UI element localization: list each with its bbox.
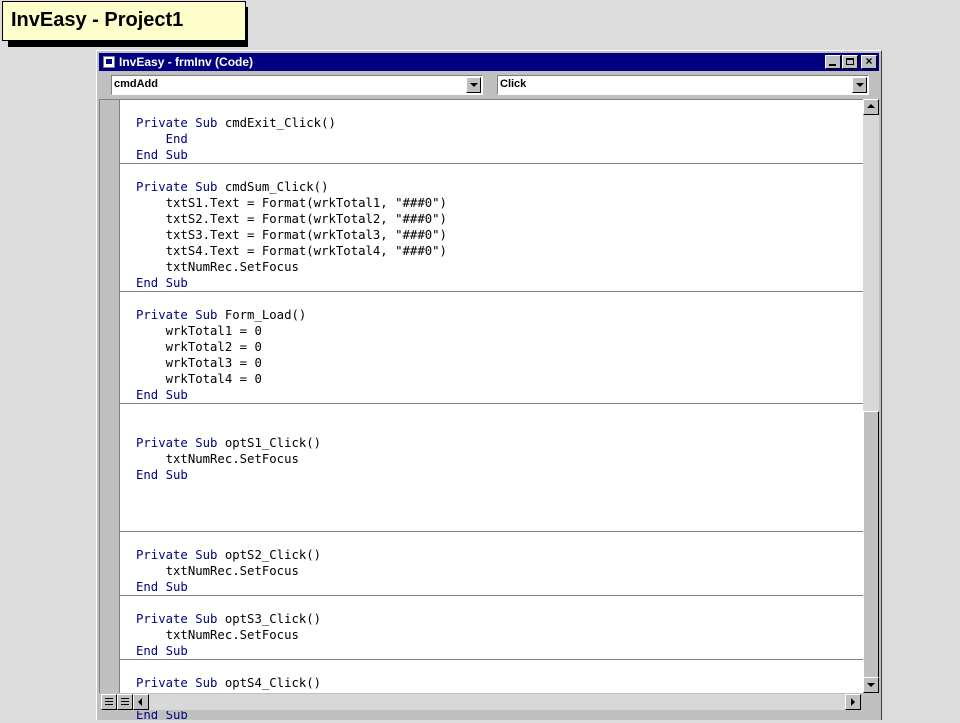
keyword: End <box>136 132 188 146</box>
code-editor[interactable]: Private Sub cmdExit_Click() End End Sub Pr… <box>99 99 864 722</box>
code-line[interactable]: Private Sub cmdExit_Click() <box>136 115 336 131</box>
object-combo-value: cmdAdd <box>114 78 158 90</box>
code-text: wrkTotal1 = 0 <box>136 324 262 338</box>
code-line[interactable]: txtNumRec.SetFocus <box>136 627 299 643</box>
code-text: txtS2.Text = Format(wrkTotal2, "###0") <box>136 212 447 226</box>
keyword: Private Sub <box>136 548 218 562</box>
code-text: optS1_Click() <box>217 436 322 450</box>
vertical-scrollbar[interactable] <box>863 99 879 693</box>
keyword: Private Sub <box>136 308 218 322</box>
code-text: txtS3.Text = Format(wrkTotal3, "###0") <box>136 228 447 242</box>
keyword: Private Sub <box>136 180 218 194</box>
code-text: wrkTotal2 = 0 <box>136 340 262 354</box>
keyword: End Sub <box>136 644 188 658</box>
window-controls: × <box>824 54 877 69</box>
code-line[interactable]: Private Sub Form_Load() <box>136 307 306 323</box>
chevron-down-icon[interactable] <box>466 77 481 93</box>
scroll-thumb[interactable] <box>863 411 879 693</box>
window-titlebar[interactable]: InvEasy - frmInv (Code) × <box>99 53 879 71</box>
keyword: End Sub <box>136 148 188 162</box>
code-line[interactable]: Private Sub optS1_Click() <box>136 435 321 451</box>
keyword: End Sub <box>136 468 188 482</box>
keyword: Private Sub <box>136 676 218 690</box>
procedure-block[interactable]: Private Sub optS1_Click() txtNumRec.SetF… <box>120 404 864 532</box>
code-text: cmdExit_Click() <box>217 116 336 130</box>
keyword: Private Sub <box>136 612 218 626</box>
keyword: Private Sub <box>136 116 218 130</box>
procedure-block[interactable]: Private Sub cmdSum_Click() txtS1.Text = … <box>120 164 864 292</box>
procedure-block[interactable]: Private Sub cmdExit_Click() End End Sub <box>120 100 864 164</box>
close-button[interactable]: × <box>861 54 877 69</box>
maximize-icon <box>846 58 854 65</box>
scroll-track[interactable] <box>863 115 879 693</box>
minimize-button[interactable] <box>825 55 841 69</box>
code-text: optS4_Click() <box>217 676 322 690</box>
object-combo[interactable]: cmdAdd <box>111 75 483 95</box>
code-line[interactable]: txtNumRec.SetFocus <box>136 451 299 467</box>
code-line[interactable]: wrkTotal3 = 0 <box>136 355 262 371</box>
code-text: wrkTotal3 = 0 <box>136 356 262 370</box>
code-line[interactable]: wrkTotal2 = 0 <box>136 339 262 355</box>
procedure-block[interactable]: Private Sub optS2_Click() txtNumRec.SetF… <box>120 532 864 596</box>
code-text: optS2_Click() <box>217 548 322 562</box>
code-line[interactable]: End Sub <box>136 275 188 291</box>
code-line[interactable]: txtS3.Text = Format(wrkTotal3, "###0") <box>136 227 447 243</box>
code-line[interactable]: End Sub <box>136 467 188 483</box>
code-text: cmdSum_Click() <box>217 180 329 194</box>
code-line[interactable]: txtS2.Text = Format(wrkTotal2, "###0") <box>136 211 447 227</box>
procedure-block[interactable]: Private Sub optS3_Click() txtNumRec.SetF… <box>120 596 864 660</box>
code-line[interactable]: wrkTotal4 = 0 <box>136 371 262 387</box>
full-module-view-icon <box>121 698 129 706</box>
margin-indicator-bar[interactable] <box>100 100 120 693</box>
code-text: txtNumRec.SetFocus <box>136 260 299 274</box>
app-icon[interactable] <box>103 56 115 68</box>
code-line[interactable]: End <box>136 131 188 147</box>
code-line[interactable]: Private Sub optS3_Click() <box>136 611 321 627</box>
keyword: Private Sub <box>136 436 218 450</box>
procedure-block[interactable]: Private Sub Form_Load() wrkTotal1 = 0 wr… <box>120 292 864 404</box>
code-text: txtNumRec.SetFocus <box>136 564 299 578</box>
horizontal-scroll-track[interactable] <box>149 694 845 710</box>
code-line[interactable]: wrkTotal1 = 0 <box>136 323 262 339</box>
scroll-left-button[interactable] <box>133 694 149 710</box>
code-window: InvEasy - frmInv (Code) × cmdAdd Click P… <box>96 50 882 722</box>
code-text: wrkTotal4 = 0 <box>136 372 262 386</box>
minimize-icon <box>829 64 836 66</box>
scroll-right-button[interactable] <box>845 694 861 710</box>
window-title: InvEasy - frmInv (Code) <box>119 55 254 69</box>
code-line[interactable]: End Sub <box>136 643 188 659</box>
code-line[interactable]: End Sub <box>136 387 188 403</box>
keyword: End Sub <box>136 388 188 402</box>
code-text: optS3_Click() <box>217 612 322 626</box>
code-line[interactable]: txtNumRec.SetFocus <box>136 259 299 275</box>
full-module-view-button[interactable] <box>117 694 133 710</box>
code-text: Form_Load() <box>217 308 307 322</box>
code-line[interactable]: End Sub <box>136 579 188 595</box>
slide-title: InvEasy - Project1 <box>11 9 184 31</box>
code-text: txtS1.Text = Format(wrkTotal1, "###0") <box>136 196 447 210</box>
scroll-up-button[interactable] <box>863 99 879 115</box>
code-line[interactable]: End Sub <box>136 147 188 163</box>
bottom-bar <box>99 693 879 711</box>
code-text: txtNumRec.SetFocus <box>136 628 299 642</box>
procedure-view-button[interactable] <box>101 694 117 710</box>
close-icon: × <box>865 54 873 68</box>
code-line[interactable]: Private Sub optS2_Click() <box>136 547 321 563</box>
slide-title-box: InvEasy - Project1 <box>2 1 246 41</box>
code-line[interactable]: txtS1.Text = Format(wrkTotal1, "###0") <box>136 195 447 211</box>
keyword: End Sub <box>136 276 188 290</box>
chevron-down-icon[interactable] <box>852 77 867 93</box>
scroll-down-button[interactable] <box>863 677 879 693</box>
maximize-button[interactable] <box>842 55 858 69</box>
procedure-view-icon <box>105 698 113 706</box>
code-text: txtNumRec.SetFocus <box>136 452 299 466</box>
keyword: End Sub <box>136 580 188 594</box>
procedure-combo[interactable]: Click <box>497 75 869 95</box>
code-line[interactable]: Private Sub cmdSum_Click() <box>136 179 329 195</box>
code-line[interactable]: Private Sub optS4_Click() <box>136 675 321 691</box>
code-line[interactable]: txtS4.Text = Format(wrkTotal4, "###0") <box>136 243 447 259</box>
procedure-combo-value: Click <box>500 78 527 90</box>
code-text: txtS4.Text = Format(wrkTotal4, "###0") <box>136 244 447 258</box>
code-line[interactable]: txtNumRec.SetFocus <box>136 563 299 579</box>
